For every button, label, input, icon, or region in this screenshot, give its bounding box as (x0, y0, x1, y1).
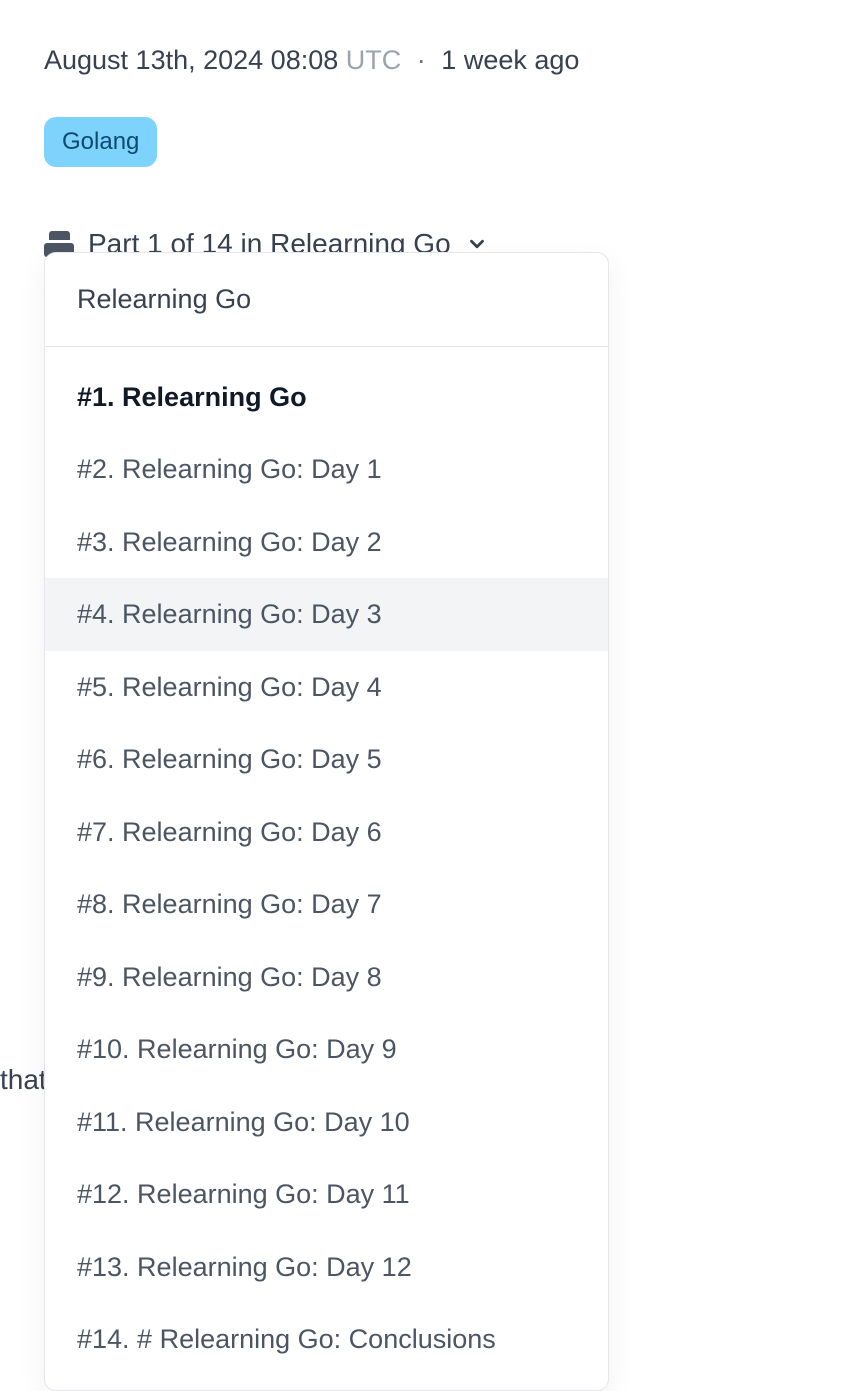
series-item-3[interactable]: #3. Relearning Go: Day 2 (45, 506, 608, 579)
series-dropdown-list: #1. Relearning Go#2. Relearning Go: Day … (45, 347, 608, 1390)
series-item-11[interactable]: #11. Relearning Go: Day 10 (45, 1086, 608, 1159)
series-item-14[interactable]: #14. # Relearning Go: Conclusions (45, 1303, 608, 1390)
series-item-4[interactable]: #4. Relearning Go: Day 3 (45, 578, 608, 651)
post-date: August 13th, 2024 08:08 (44, 45, 338, 75)
series-item-10[interactable]: #10. Relearning Go: Day 9 (45, 1013, 608, 1086)
post-meta: August 13th, 2024 08:08 UTC · 1 week ago (44, 40, 820, 81)
post-timezone: UTC (346, 45, 402, 75)
series-dropdown-header: Relearning Go (45, 253, 608, 347)
series-item-9[interactable]: #9. Relearning Go: Day 8 (45, 941, 608, 1014)
series-item-13[interactable]: #13. Relearning Go: Day 12 (45, 1231, 608, 1304)
series-item-8[interactable]: #8. Relearning Go: Day 7 (45, 868, 608, 941)
meta-separator: · (417, 45, 426, 75)
series-item-12[interactable]: #12. Relearning Go: Day 11 (45, 1158, 608, 1231)
series-item-7[interactable]: #7. Relearning Go: Day 6 (45, 796, 608, 869)
series-item-6[interactable]: #6. Relearning Go: Day 5 (45, 723, 608, 796)
series-item-2[interactable]: #2. Relearning Go: Day 1 (45, 433, 608, 506)
tag-golang[interactable]: Golang (44, 117, 157, 167)
series-item-1[interactable]: #1. Relearning Go (45, 347, 608, 434)
series-dropdown: Relearning Go #1. Relearning Go#2. Relea… (44, 252, 609, 1391)
tag-row: Golang (44, 117, 820, 167)
post-relative-time: 1 week ago (441, 45, 579, 75)
series-item-5[interactable]: #5. Relearning Go: Day 4 (45, 651, 608, 724)
